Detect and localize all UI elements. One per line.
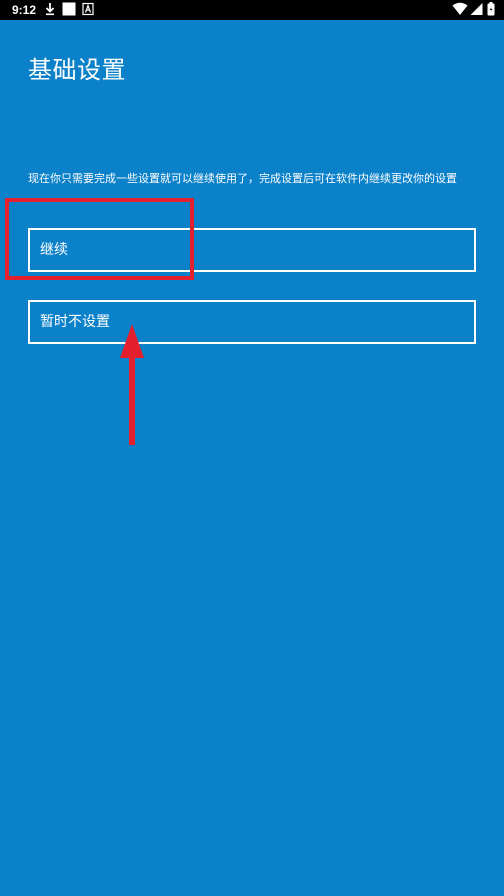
wifi-icon: [452, 2, 468, 21]
status-bar: 9:12: [0, 0, 504, 20]
status-time: 9:12: [12, 3, 37, 17]
square-icon: [62, 2, 76, 21]
skip-setup-button[interactable]: 暂时不设置: [28, 300, 476, 344]
signal-icon: [470, 2, 483, 21]
red-highlight-box: [5, 198, 194, 280]
battery-icon: [487, 2, 495, 21]
setup-description: 现在你只需要完成一些设置就可以继续使用了，完成设置后可在软件内继续更改你的设置: [28, 172, 457, 185]
red-arrow-icon: [115, 322, 149, 452]
download-icon: [44, 2, 56, 21]
page-title: 基础设置: [28, 56, 126, 84]
a-badge-icon: [82, 2, 94, 21]
